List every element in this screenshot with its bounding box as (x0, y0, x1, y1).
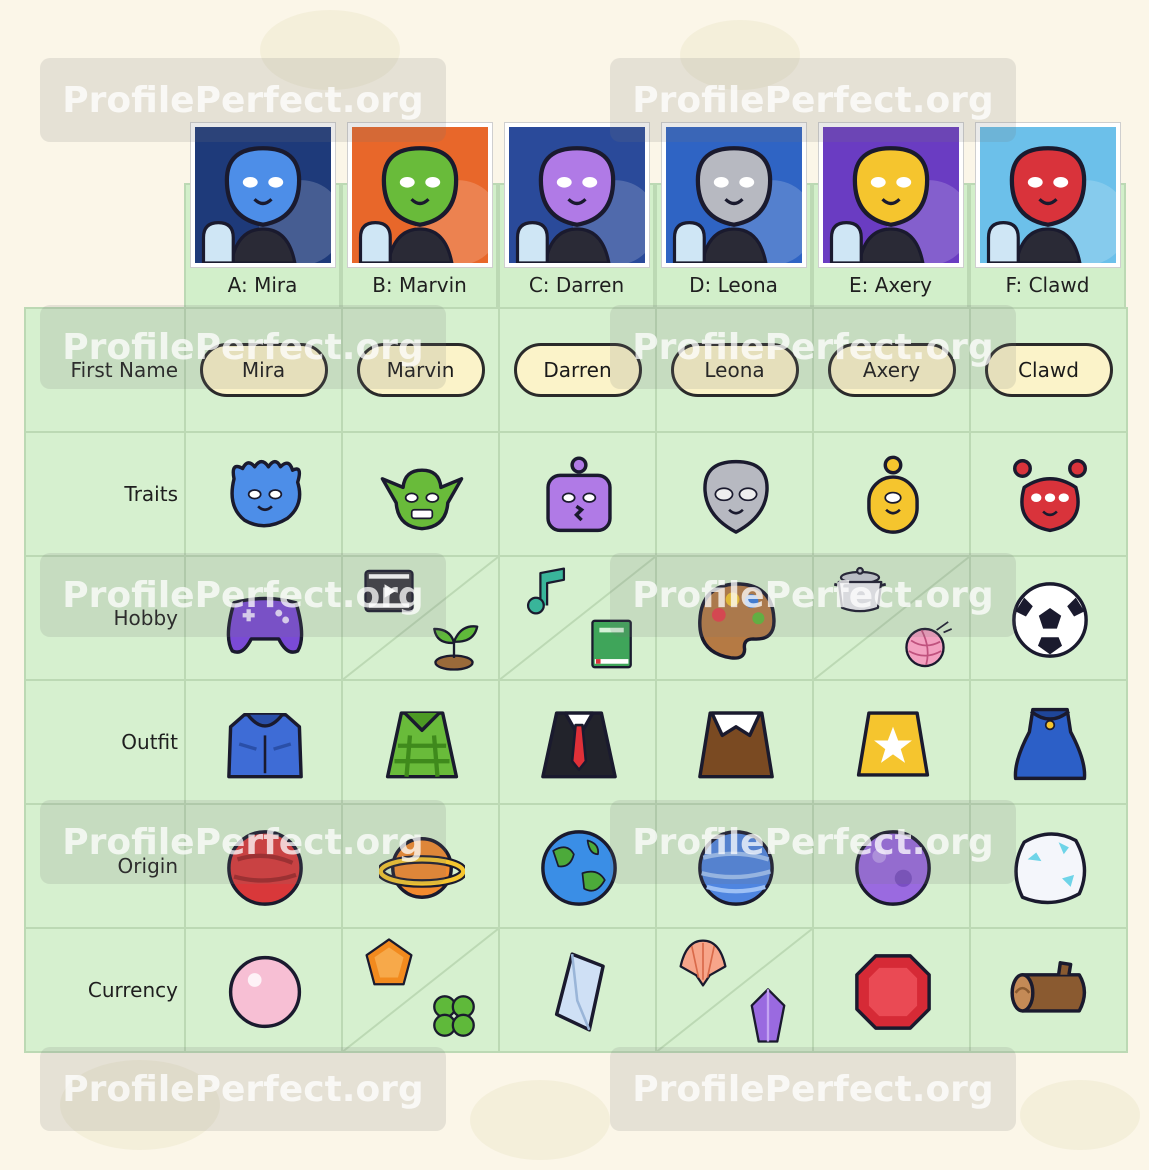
row-label-cell: Currency (24, 927, 186, 1053)
background-decoration (470, 1080, 610, 1160)
black-suit-red-tie-icon (536, 701, 622, 787)
wood-log-icon (1007, 949, 1093, 1035)
watermark: ProfilePerfect.org (610, 800, 1016, 884)
yellow-cyclops-head-icon (850, 453, 936, 539)
character-portrait[interactable] (818, 123, 963, 267)
column-header-label: C: Darren (528, 273, 625, 297)
grid-cell[interactable] (812, 679, 971, 805)
watermark: ProfilePerfect.org (40, 1047, 446, 1131)
column-header-label: B: Marvin (372, 273, 467, 297)
green-plaid-shirt-icon (379, 701, 465, 787)
row-label: Currency (87, 978, 178, 1002)
grid-cell[interactable] (812, 431, 971, 557)
grid-cell[interactable] (812, 927, 971, 1053)
grid-cell[interactable] (655, 927, 814, 1053)
grid-cell[interactable] (341, 927, 500, 1053)
grid-cell[interactable] (184, 431, 343, 557)
watermark: ProfilePerfect.org (610, 1047, 1016, 1131)
watermark: ProfilePerfect.org (610, 58, 1016, 142)
grid-cell[interactable] (655, 431, 814, 557)
character-portrait[interactable] (190, 123, 335, 267)
purple-robot-head-icon (536, 453, 622, 539)
grid-cell[interactable] (498, 927, 657, 1053)
character-portrait[interactable] (504, 123, 649, 267)
amethyst-icon (739, 987, 797, 1045)
grid-cell[interactable] (184, 927, 343, 1053)
grid-cell[interactable] (341, 431, 500, 557)
green-goblin-head-icon (379, 453, 465, 539)
watermark: ProfilePerfect.org (40, 553, 446, 637)
background-decoration (1020, 1080, 1140, 1150)
ruby-icon (850, 949, 936, 1035)
grid-cell[interactable] (969, 927, 1128, 1053)
music-note-icon (518, 563, 574, 619)
column-header-label: A: Mira (227, 273, 298, 297)
column-header-label: F: Clawd (1005, 273, 1090, 297)
column-header-marvin: B: Marvin (341, 123, 498, 309)
pink-pearl-icon (222, 949, 308, 1035)
row-label: Outfit (121, 730, 178, 754)
four-leaf-clover-icon (425, 987, 483, 1045)
column-header-mira: A: Mira (184, 123, 341, 309)
character-portrait[interactable] (975, 123, 1120, 267)
seashell-icon (675, 935, 731, 991)
grid-cell[interactable] (498, 679, 657, 805)
grid-cell[interactable] (655, 679, 814, 805)
ice-planet-icon (1007, 825, 1093, 911)
orange-gem-icon (361, 935, 417, 991)
row-label-cell: Traits (24, 431, 186, 557)
column-header-axery: E: Axery (812, 123, 969, 309)
red-three-eyed-head-icon (1007, 453, 1093, 539)
row-label-cell: Outfit (24, 679, 186, 805)
watermark: ProfilePerfect.org (610, 305, 1016, 389)
grid-cell[interactable] (498, 431, 657, 557)
blue-hoodie-icon (222, 701, 308, 787)
crystal-shard-icon (536, 949, 622, 1035)
column-header-label: E: Axery (849, 273, 932, 297)
soccer-ball-icon (1007, 577, 1093, 663)
yellow-star-shirt-icon (850, 701, 936, 787)
blue-cape-icon (1007, 701, 1093, 787)
watermark: ProfilePerfect.org (40, 305, 446, 389)
grey-alien-head-icon (693, 453, 779, 539)
column-header-darren: C: Darren (498, 123, 655, 309)
blue-tentacle-head-icon (222, 453, 308, 539)
grid-cell[interactable] (184, 679, 343, 805)
column-header-clawd: F: Clawd (969, 123, 1126, 309)
grid-cell[interactable] (969, 431, 1128, 557)
watermark: ProfilePerfect.org (610, 553, 1016, 637)
grid-cell[interactable] (969, 679, 1128, 805)
grid-cell[interactable] (341, 679, 500, 805)
column-header-leona: D: Leona (655, 123, 812, 309)
row-label: Traits (124, 482, 178, 506)
brown-suit-icon (693, 701, 779, 787)
character-portrait[interactable] (661, 123, 806, 267)
watermark: ProfilePerfect.org (40, 800, 446, 884)
column-header-label: D: Leona (689, 273, 778, 297)
watermark: ProfilePerfect.org (40, 58, 446, 142)
character-portrait[interactable] (347, 123, 492, 267)
